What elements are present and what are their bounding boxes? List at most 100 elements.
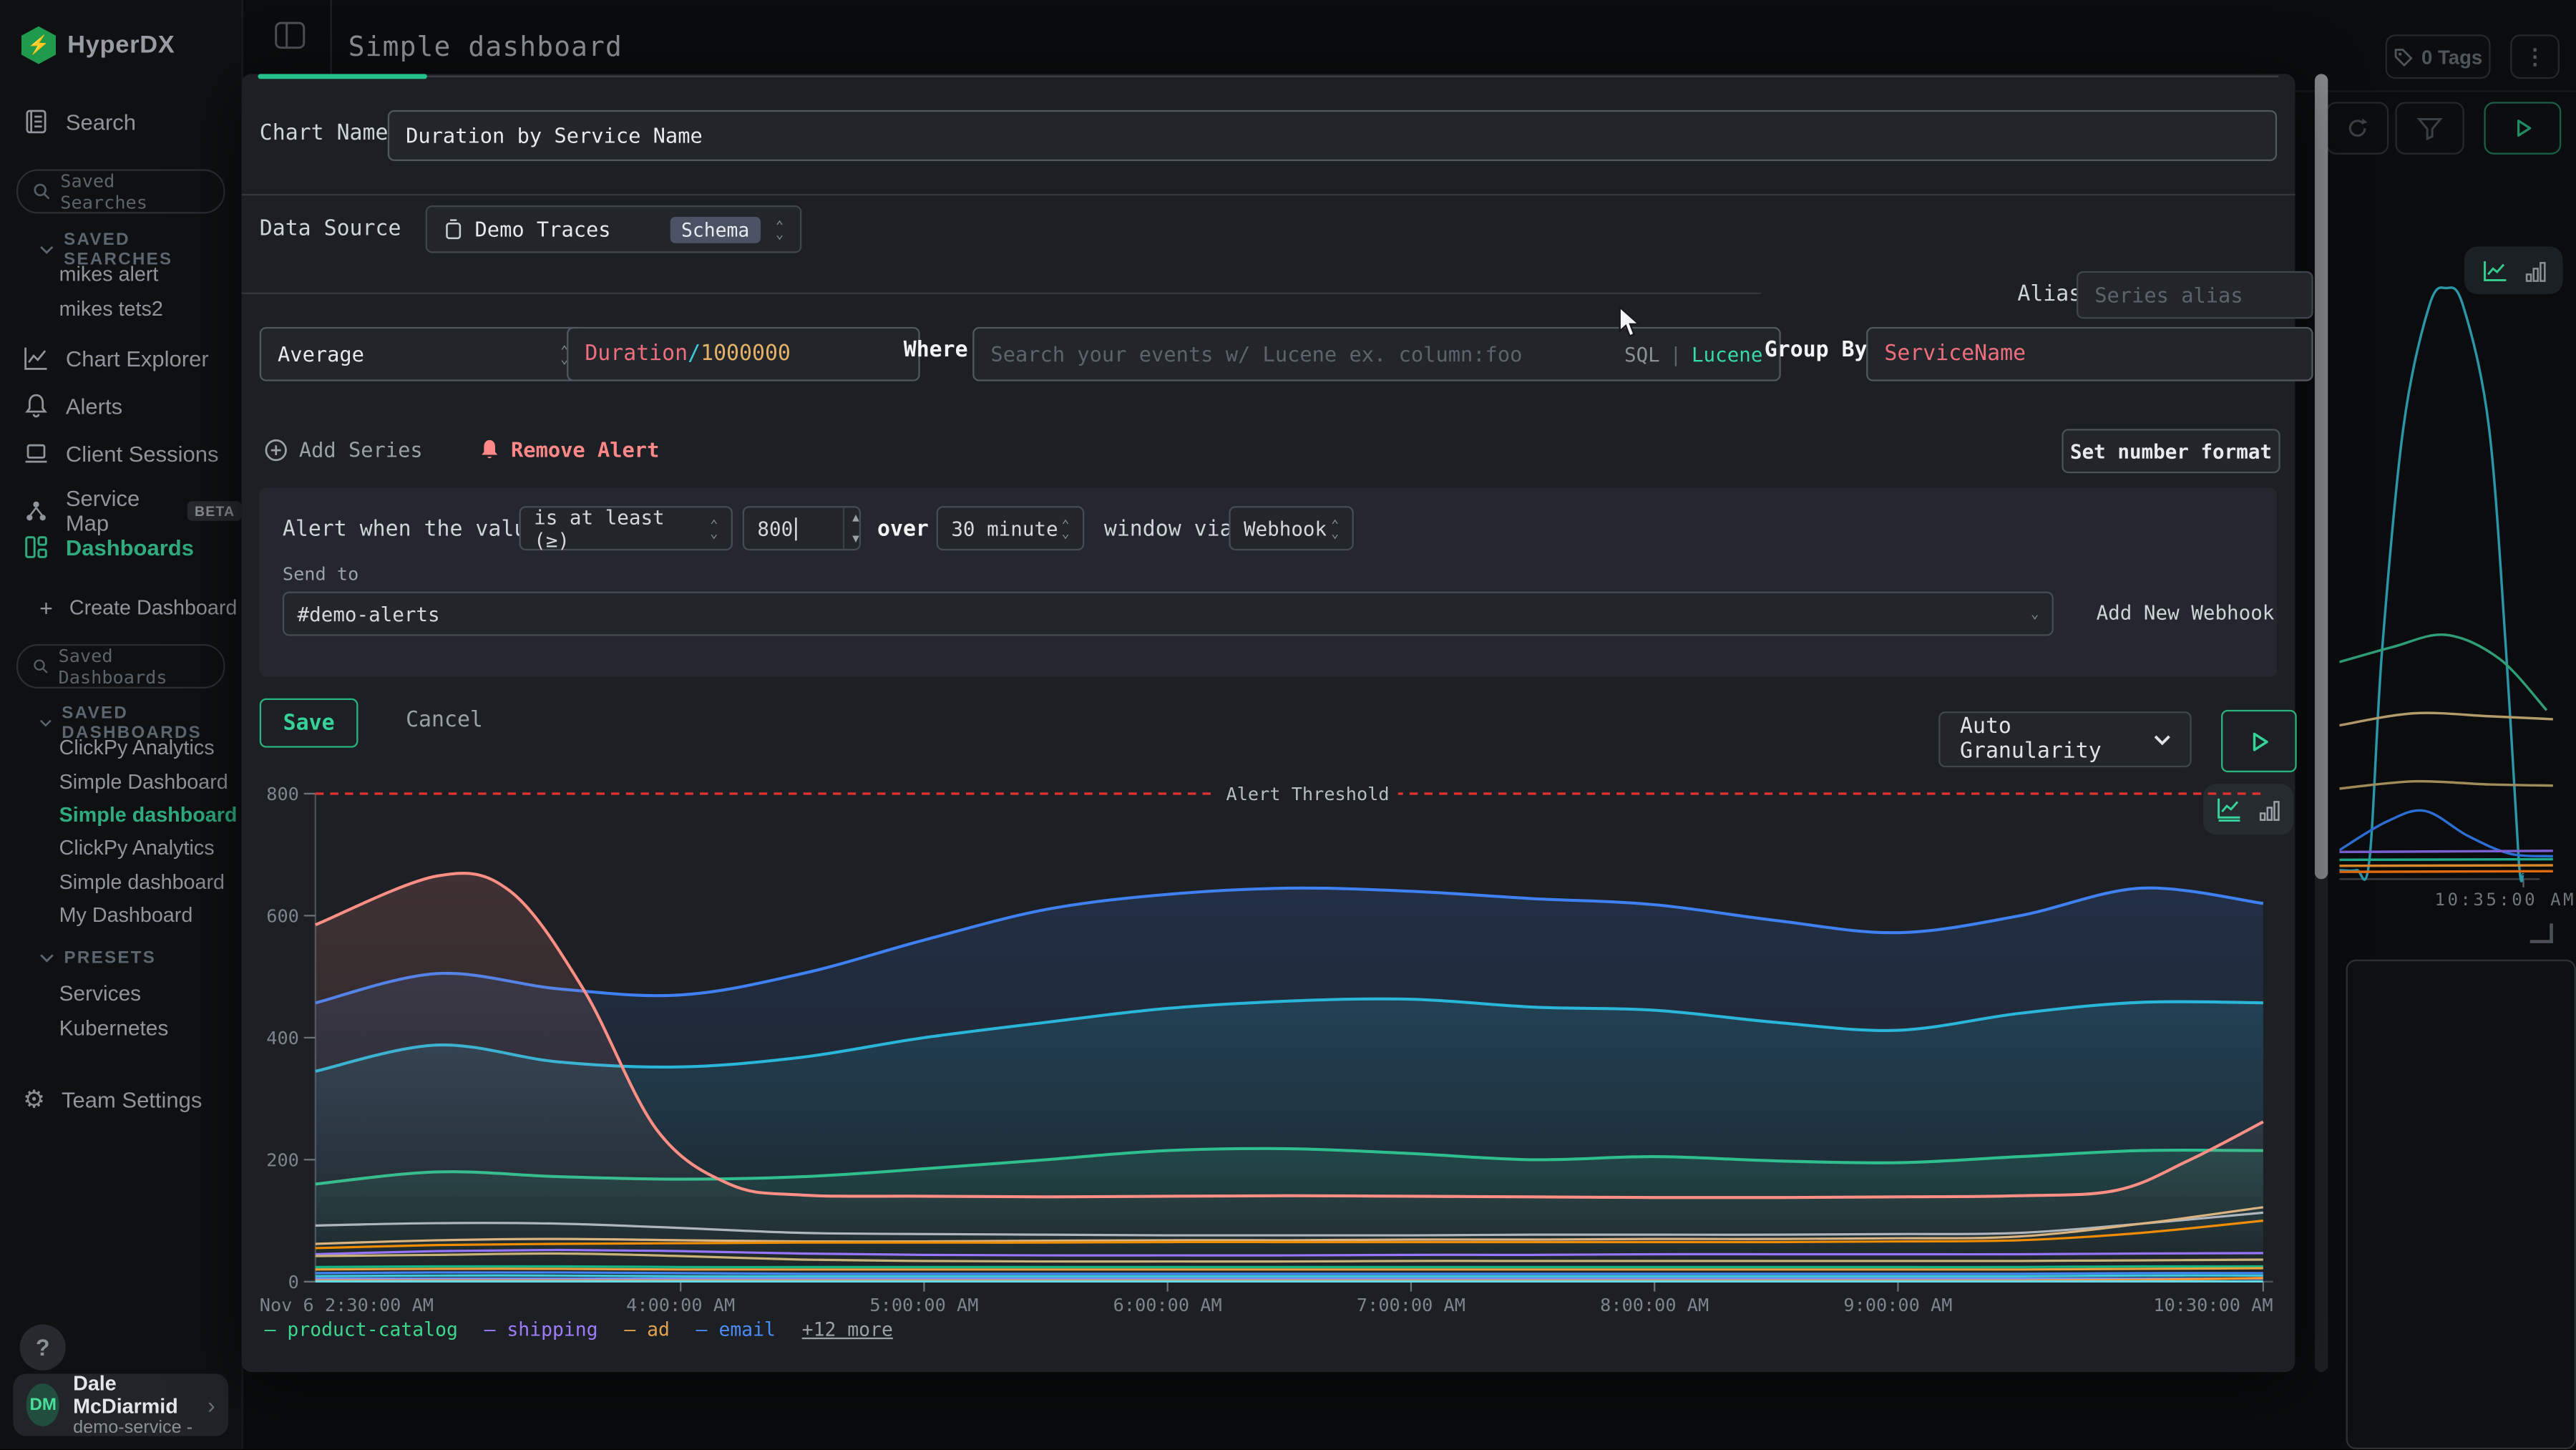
sidebar-item-client-sessions[interactable]: Client Sessions: [23, 440, 218, 467]
add-series-button[interactable]: Add Series: [265, 437, 423, 462]
select-chevrons-icon: ⌃⌄: [1331, 520, 1339, 537]
hyperdx-logo-icon: ⚡: [21, 26, 56, 64]
saved-dashboards-input[interactable]: Saved Dashboards: [16, 644, 225, 688]
data-source-select[interactable]: Demo Traces Schema ⌃⌄: [426, 205, 802, 253]
divider: [241, 293, 1761, 294]
create-dashboard-button[interactable]: + Create Dashboard: [39, 595, 237, 621]
where-search-input[interactable]: Search your events w/ Lucene ex. column:…: [972, 327, 1781, 381]
svg-text:Alert Threshold: Alert Threshold: [1226, 784, 1390, 804]
svg-text:6:00:00 AM: 6:00:00 AM: [1113, 1295, 1222, 1315]
sidebar-item-alerts[interactable]: Alerts: [23, 393, 122, 419]
alert-config-panel: Alert when the value is at least (≥) ⌃⌄ …: [260, 488, 2277, 677]
window-via-label: window via: [1104, 517, 1233, 542]
user-name: Dale McDiarmid: [73, 1372, 195, 1418]
svg-text:4:00:00 AM: 4:00:00 AM: [626, 1295, 735, 1315]
alert-window-select[interactable]: 30 minute ⌃⌄: [937, 506, 1085, 550]
select-chevrons-icon: ⌃⌄: [710, 520, 718, 537]
chart-explorer-icon: [23, 345, 49, 371]
legend-item[interactable]: +12 more: [802, 1318, 893, 1340]
select-chevrons-icon: ⌃⌄: [776, 221, 784, 238]
scrollbar-thumb[interactable]: [2315, 74, 2328, 879]
sidebar-collapse-icon[interactable]: [274, 21, 306, 49]
alert-condition-select[interactable]: is at least (≥) ⌃⌄: [519, 506, 733, 550]
chevron-down-icon: [39, 245, 54, 255]
refresh-button[interactable]: [2326, 102, 2389, 154]
mouse-cursor: [1618, 306, 1644, 339]
sidebar-item-dashboards[interactable]: Dashboards: [23, 534, 194, 560]
save-button[interactable]: Save: [260, 699, 358, 748]
query-language-toggle[interactable]: SQL|Lucene: [1624, 343, 1763, 366]
dashboard-item[interactable]: My Dashboard: [59, 904, 193, 927]
preset-item[interactable]: Services: [59, 981, 141, 1006]
group-by-input[interactable]: ServiceName: [1866, 327, 2313, 381]
saved-searches-input[interactable]: Saved Searches: [16, 169, 225, 213]
help-button[interactable]: ?: [20, 1324, 66, 1370]
alias-input[interactable]: Series alias: [2077, 271, 2313, 319]
dashboards-icon: [23, 534, 49, 560]
saved-searches-placeholder: Saved Searches: [60, 170, 208, 213]
page-title: Simple dashboard: [348, 31, 623, 63]
saved-search-item[interactable]: mikes alert: [59, 263, 159, 286]
avatar: DM: [26, 1383, 60, 1426]
svg-text:9:00:00 AM: 9:00:00 AM: [1843, 1295, 1952, 1315]
run-query-button[interactable]: [2484, 102, 2561, 154]
bell-icon: [479, 438, 499, 461]
sidebar: ⚡ HyperDX Search Saved Searches SAVED SE…: [0, 0, 243, 1449]
sidebar-item-chart-explorer[interactable]: Chart Explorer: [23, 345, 209, 371]
legend-item[interactable]: — email: [696, 1318, 776, 1340]
add-new-webhook-link[interactable]: Add New Webhook: [2097, 601, 2275, 624]
set-number-format-button[interactable]: Set number format: [2062, 429, 2280, 473]
saved-search-item[interactable]: mikes tets2: [59, 298, 163, 321]
svg-text:10:30:00 AM: 10:30:00 AM: [2153, 1295, 2273, 1315]
field-expression-input[interactable]: Duration/1000000: [567, 327, 920, 381]
remove-alert-button[interactable]: Remove Alert: [479, 437, 659, 462]
kebab-menu-button[interactable]: ⋮: [2510, 34, 2560, 79]
user-menu[interactable]: DM Dale McDiarmid demo-service - ›: [13, 1373, 228, 1436]
webhook-select[interactable]: #demo-alerts ⌄: [283, 592, 2054, 636]
dashboard-item[interactable]: Simple dashboard: [59, 871, 225, 894]
filter-button[interactable]: [2395, 102, 2464, 154]
logs-icon: [23, 109, 49, 135]
legend-item[interactable]: — product-catalog: [265, 1318, 458, 1340]
cancel-button[interactable]: Cancel: [406, 709, 483, 733]
granularity-select[interactable]: Auto Granularity: [1938, 711, 2192, 767]
dashboard-item[interactable]: ClickPy Analytics: [59, 837, 215, 860]
duration-chart[interactable]: 0200400600800Nov 6 2:30:00 AM4:00:00 AM5…: [260, 782, 2296, 1325]
dashboard-item-active[interactable]: Simple dashboard: [59, 804, 238, 827]
database-icon: [444, 218, 464, 240]
divider: [241, 194, 2295, 195]
alert-channel-select[interactable]: Webhook ⌃⌄: [1229, 506, 1353, 550]
svg-text:600: 600: [266, 906, 299, 927]
legend-item[interactable]: — ad: [624, 1318, 670, 1340]
mini-chart-time-label: 10:35:00 AM: [2435, 890, 2576, 910]
text-caret: [794, 517, 796, 540]
resize-handle-icon[interactable]: [2530, 923, 2553, 943]
search-icon: [33, 183, 51, 200]
search-icon: [33, 657, 49, 675]
send-to-label: Send to: [283, 563, 358, 585]
chart-name-input[interactable]: Duration by Service Name: [388, 110, 2277, 161]
dashboard-item[interactable]: ClickPy Analytics: [59, 736, 215, 759]
brand-label: HyperDX: [67, 31, 175, 59]
run-chart-button[interactable]: [2221, 710, 2297, 772]
chevron-down-icon: ⌄: [2031, 610, 2039, 618]
sidebar-item-search[interactable]: Search: [23, 109, 136, 135]
tags-button[interactable]: 0 Tags: [2386, 34, 2491, 79]
sidebar-item-service-map[interactable]: Service Map BETA: [23, 487, 241, 536]
aggregation-select[interactable]: Average ⌃⌄: [260, 327, 587, 381]
preset-item[interactable]: Kubernetes: [59, 1016, 169, 1040]
gear-icon: ⚙: [23, 1084, 45, 1114]
play-icon: [2248, 731, 2270, 752]
chevron-right-icon: ›: [208, 1392, 215, 1419]
legend-item[interactable]: — shipping: [484, 1318, 598, 1340]
filter-icon: [2416, 116, 2443, 140]
presets-header[interactable]: PRESETS: [39, 948, 156, 968]
brand[interactable]: ⚡ HyperDX: [21, 26, 175, 64]
sidebar-item-team-settings[interactable]: ⚙ Team Settings: [23, 1084, 202, 1114]
dashboard-item[interactable]: Simple Dashboard: [59, 771, 228, 794]
where-label: Where: [904, 339, 968, 363]
saved-dashboards-placeholder: Saved Dashboards: [59, 645, 209, 688]
number-stepper[interactable]: ▲▼: [842, 507, 859, 548]
alert-threshold-input[interactable]: 800 ▲▼: [743, 506, 861, 550]
background-mini-chart: 10:35:00 AM: [2339, 263, 2576, 912]
